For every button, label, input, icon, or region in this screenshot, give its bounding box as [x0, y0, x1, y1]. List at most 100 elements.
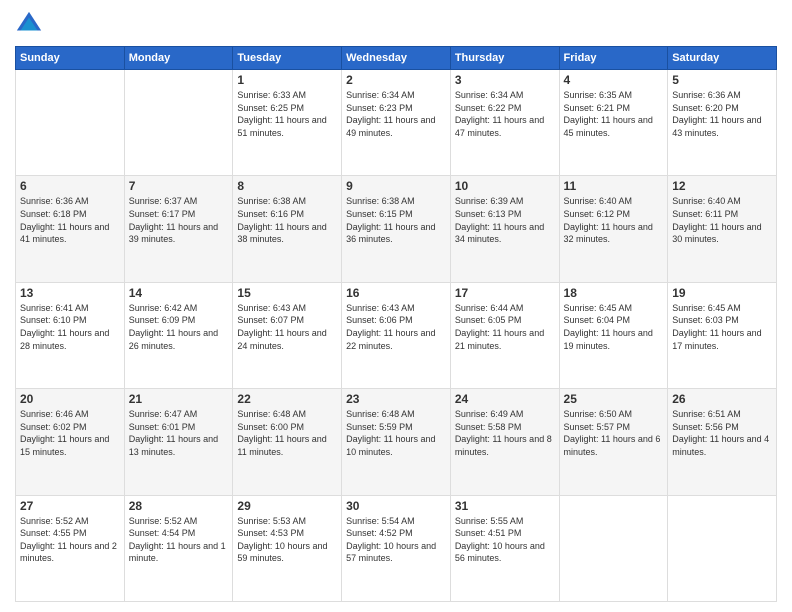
- day-info: Sunrise: 6:51 AM Sunset: 5:56 PM Dayligh…: [672, 408, 772, 458]
- day-info: Sunrise: 6:37 AM Sunset: 6:17 PM Dayligh…: [129, 195, 229, 245]
- day-info: Sunrise: 6:33 AM Sunset: 6:25 PM Dayligh…: [237, 89, 337, 139]
- day-info: Sunrise: 6:35 AM Sunset: 6:21 PM Dayligh…: [564, 89, 664, 139]
- day-number: 31: [455, 499, 555, 513]
- day-info: Sunrise: 6:43 AM Sunset: 6:06 PM Dayligh…: [346, 302, 446, 352]
- day-info: Sunrise: 6:49 AM Sunset: 5:58 PM Dayligh…: [455, 408, 555, 458]
- day-number: 5: [672, 73, 772, 87]
- day-cell: [16, 70, 125, 176]
- day-info: Sunrise: 6:48 AM Sunset: 6:00 PM Dayligh…: [237, 408, 337, 458]
- weekday-header-monday: Monday: [124, 47, 233, 70]
- day-number: 23: [346, 392, 446, 406]
- day-number: 18: [564, 286, 664, 300]
- day-cell: 30 Sunrise: 5:54 AM Sunset: 4:52 PM Dayli…: [342, 495, 451, 601]
- day-info: Sunrise: 6:42 AM Sunset: 6:09 PM Dayligh…: [129, 302, 229, 352]
- day-number: 9: [346, 179, 446, 193]
- day-cell: 7 Sunrise: 6:37 AM Sunset: 6:17 PM Daylig…: [124, 176, 233, 282]
- day-number: 3: [455, 73, 555, 87]
- day-cell: 9Sunrise: 6:38 AM Sunset: 6:15 PM Daylig…: [342, 176, 451, 282]
- day-info: Sunrise: 6:44 AM Sunset: 6:05 PM Dayligh…: [455, 302, 555, 352]
- day-cell: [559, 495, 668, 601]
- day-number: 29: [237, 499, 337, 513]
- day-number: 1: [237, 73, 337, 87]
- day-cell: 4 Sunrise: 6:35 AM Sunset: 6:21 PM Daylig…: [559, 70, 668, 176]
- day-number: 25: [564, 392, 664, 406]
- weekday-header-saturday: Saturday: [668, 47, 777, 70]
- weekday-header-row: SundayMondayTuesdayWednesdayThursdayFrid…: [16, 47, 777, 70]
- day-cell: 8Sunrise: 6:38 AM Sunset: 6:16 PM Daylig…: [233, 176, 342, 282]
- day-info: Sunrise: 6:38 AM Sunset: 6:16 PM Dayligh…: [237, 195, 337, 245]
- day-number: 24: [455, 392, 555, 406]
- week-row-1: 1 Sunrise: 6:33 AM Sunset: 6:25 PM Daylig…: [16, 70, 777, 176]
- day-cell: 1 Sunrise: 6:33 AM Sunset: 6:25 PM Daylig…: [233, 70, 342, 176]
- day-cell: 28Sunrise: 5:52 AM Sunset: 4:54 PM Dayli…: [124, 495, 233, 601]
- day-number: 13: [20, 286, 120, 300]
- day-info: Sunrise: 5:52 AM Sunset: 4:55 PM Dayligh…: [20, 515, 120, 565]
- day-info: Sunrise: 6:46 AM Sunset: 6:02 PM Dayligh…: [20, 408, 120, 458]
- day-info: Sunrise: 6:43 AM Sunset: 6:07 PM Dayligh…: [237, 302, 337, 352]
- day-cell: 10Sunrise: 6:39 AM Sunset: 6:13 PM Dayli…: [450, 176, 559, 282]
- day-info: Sunrise: 6:39 AM Sunset: 6:13 PM Dayligh…: [455, 195, 555, 245]
- week-row-2: 6 Sunrise: 6:36 AM Sunset: 6:18 PM Daylig…: [16, 176, 777, 282]
- day-number: 17: [455, 286, 555, 300]
- day-cell: 5 Sunrise: 6:36 AM Sunset: 6:20 PM Daylig…: [668, 70, 777, 176]
- logo: [15, 10, 47, 38]
- day-info: Sunrise: 6:45 AM Sunset: 6:04 PM Dayligh…: [564, 302, 664, 352]
- header: [15, 10, 777, 38]
- day-number: 4: [564, 73, 664, 87]
- day-cell: 25 Sunrise: 6:50 AM Sunset: 5:57 PM Dayli…: [559, 389, 668, 495]
- day-info: Sunrise: 6:34 AM Sunset: 6:22 PM Dayligh…: [455, 89, 555, 139]
- day-cell: 26Sunrise: 6:51 AM Sunset: 5:56 PM Dayli…: [668, 389, 777, 495]
- week-row-3: 13 Sunrise: 6:41 AM Sunset: 6:10 PM Dayli…: [16, 282, 777, 388]
- day-cell: 13 Sunrise: 6:41 AM Sunset: 6:10 PM Dayli…: [16, 282, 125, 388]
- day-info: Sunrise: 5:54 AM Sunset: 4:52 PM Dayligh…: [346, 515, 446, 565]
- day-cell: 31 Sunrise: 5:55 AM Sunset: 4:51 PM Dayli…: [450, 495, 559, 601]
- day-number: 22: [237, 392, 337, 406]
- day-cell: 14 Sunrise: 6:42 AM Sunset: 6:09 PM Dayli…: [124, 282, 233, 388]
- day-number: 7: [129, 179, 229, 193]
- week-row-4: 20 Sunrise: 6:46 AM Sunset: 6:02 PM Dayli…: [16, 389, 777, 495]
- day-cell: 19 Sunrise: 6:45 AM Sunset: 6:03 PM Dayli…: [668, 282, 777, 388]
- day-info: Sunrise: 6:36 AM Sunset: 6:20 PM Dayligh…: [672, 89, 772, 139]
- day-number: 2: [346, 73, 446, 87]
- weekday-header-friday: Friday: [559, 47, 668, 70]
- day-cell: [668, 495, 777, 601]
- day-cell: 3 Sunrise: 6:34 AM Sunset: 6:22 PM Daylig…: [450, 70, 559, 176]
- day-number: 14: [129, 286, 229, 300]
- day-info: Sunrise: 6:41 AM Sunset: 6:10 PM Dayligh…: [20, 302, 120, 352]
- weekday-header-tuesday: Tuesday: [233, 47, 342, 70]
- week-row-5: 27 Sunrise: 5:52 AM Sunset: 4:55 PM Dayli…: [16, 495, 777, 601]
- day-cell: 6 Sunrise: 6:36 AM Sunset: 6:18 PM Daylig…: [16, 176, 125, 282]
- day-cell: 29 Sunrise: 5:53 AM Sunset: 4:53 PM Dayli…: [233, 495, 342, 601]
- weekday-header-wednesday: Wednesday: [342, 47, 451, 70]
- day-cell: 15 Sunrise: 6:43 AM Sunset: 6:07 PM Dayli…: [233, 282, 342, 388]
- day-cell: [124, 70, 233, 176]
- day-number: 6: [20, 179, 120, 193]
- day-number: 30: [346, 499, 446, 513]
- day-info: Sunrise: 5:53 AM Sunset: 4:53 PM Dayligh…: [237, 515, 337, 565]
- day-info: Sunrise: 6:47 AM Sunset: 6:01 PM Dayligh…: [129, 408, 229, 458]
- day-info: Sunrise: 6:34 AM Sunset: 6:23 PM Dayligh…: [346, 89, 446, 139]
- day-info: Sunrise: 6:36 AM Sunset: 6:18 PM Dayligh…: [20, 195, 120, 245]
- page: SundayMondayTuesdayWednesdayThursdayFrid…: [0, 0, 792, 612]
- day-info: Sunrise: 6:48 AM Sunset: 5:59 PM Dayligh…: [346, 408, 446, 458]
- day-cell: 27 Sunrise: 5:52 AM Sunset: 4:55 PM Dayli…: [16, 495, 125, 601]
- day-number: 19: [672, 286, 772, 300]
- day-number: 15: [237, 286, 337, 300]
- day-info: Sunrise: 5:55 AM Sunset: 4:51 PM Dayligh…: [455, 515, 555, 565]
- day-number: 11: [564, 179, 664, 193]
- day-cell: 21 Sunrise: 6:47 AM Sunset: 6:01 PM Dayli…: [124, 389, 233, 495]
- day-cell: 20 Sunrise: 6:46 AM Sunset: 6:02 PM Dayli…: [16, 389, 125, 495]
- day-cell: 24 Sunrise: 6:49 AM Sunset: 5:58 PM Dayli…: [450, 389, 559, 495]
- day-info: Sunrise: 6:50 AM Sunset: 5:57 PM Dayligh…: [564, 408, 664, 458]
- day-info: Sunrise: 6:45 AM Sunset: 6:03 PM Dayligh…: [672, 302, 772, 352]
- day-number: 21: [129, 392, 229, 406]
- day-number: 16: [346, 286, 446, 300]
- day-cell: 11 Sunrise: 6:40 AM Sunset: 6:12 PM Dayli…: [559, 176, 668, 282]
- day-number: 27: [20, 499, 120, 513]
- weekday-header-thursday: Thursday: [450, 47, 559, 70]
- day-info: Sunrise: 6:40 AM Sunset: 6:12 PM Dayligh…: [564, 195, 664, 245]
- day-cell: 17 Sunrise: 6:44 AM Sunset: 6:05 PM Dayli…: [450, 282, 559, 388]
- weekday-header-sunday: Sunday: [16, 47, 125, 70]
- day-number: 20: [20, 392, 120, 406]
- calendar-table: SundayMondayTuesdayWednesdayThursdayFrid…: [15, 46, 777, 602]
